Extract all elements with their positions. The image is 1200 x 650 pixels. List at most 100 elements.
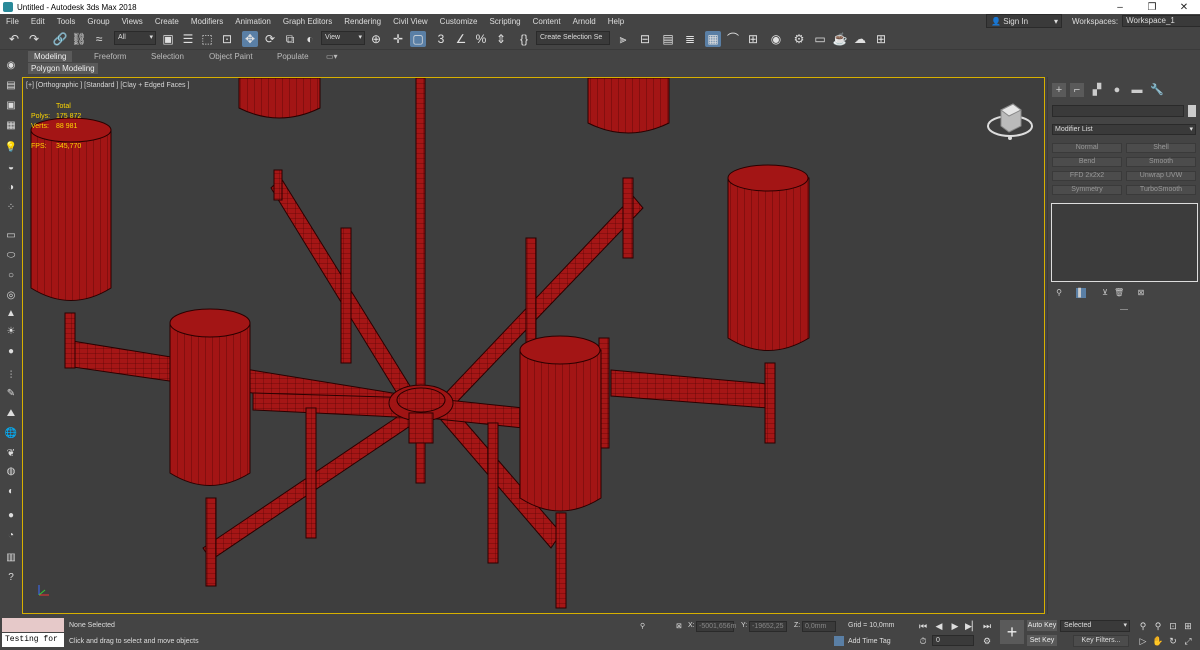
window-crossing-icon[interactable]: ⊡ [219,31,235,47]
isolate-selection-icon[interactable]: ⚲ [640,622,645,630]
modifier-shell-button[interactable]: Shell [1126,143,1196,153]
zoom-extents-all-icon[interactable]: ⊞ [1182,620,1194,632]
current-frame-field[interactable]: 0 [932,635,974,646]
workspace-dropdown[interactable]: Workspace_1 [1122,15,1200,27]
modifier-list-dropdown[interactable]: Modifier List ▾ [1052,124,1196,135]
orbit-icon[interactable]: ↻ [1167,635,1179,647]
sphere-primitive-icon[interactable]: ○ [4,270,18,282]
zoom-all-icon[interactable]: ⚲ [1152,620,1164,632]
go-to-end-icon[interactable]: ⏭ [981,620,993,632]
menu-customize[interactable]: Customize [434,17,484,26]
select-object-icon[interactable]: ▣ [160,31,176,47]
next-frame-icon[interactable]: ▶▏ [965,620,979,632]
close-button[interactable]: ✕ [1168,2,1200,13]
ribbon-options-icon[interactable]: ▭▾ [326,51,338,62]
edit-named-selection-icon[interactable]: {} [516,31,532,47]
menu-scripting[interactable]: Scripting [483,17,526,26]
mirror-icon[interactable]: ⫸ [615,31,631,47]
layout-tab-3-icon[interactable]: ▦ [4,120,18,132]
ball-icon[interactable]: ● [4,510,18,522]
add-time-tag[interactable]: Add Time Tag [834,636,891,646]
auto-key-button[interactable]: Auto Key [1027,620,1057,631]
zoom-extents-icon[interactable]: ⊡ [1167,620,1179,632]
modify-tab-icon[interactable]: ⌐ [1070,83,1084,97]
go-to-start-icon[interactable]: ⏮ [917,620,929,632]
remove-modifier-icon[interactable]: 🗑 [1114,288,1124,298]
configure-modifier-sets-icon[interactable]: ⊠ [1136,288,1146,298]
y-coordinate-field[interactable]: -19652,25 [749,621,787,632]
create-tab-icon[interactable]: + [1052,83,1066,97]
bar-chart-icon[interactable]: ▥ [4,552,18,564]
menu-create[interactable]: Create [149,17,185,26]
tab-modeling[interactable]: Modeling [28,51,73,62]
paint-icon[interactable]: ✎ [4,388,18,400]
utilities-tab-icon[interactable]: 🔧 [1150,83,1164,97]
snap-icon[interactable]: ◔ [4,530,18,542]
key-filters-button[interactable]: Key Filters... [1073,635,1129,647]
curve-editor-icon[interactable]: ⌒ [725,31,741,47]
viewport-perspective[interactable]: [+] [Orthographic ] [Standard ] [Clay + … [22,77,1045,614]
viewport-layout-icon[interactable]: ◉ [4,60,18,72]
object-name-field[interactable] [1052,105,1184,117]
modifier-unwrap-uvw-button[interactable]: Unwrap UVW [1126,171,1196,181]
cylinder-primitive-icon[interactable]: ⬭ [4,250,18,262]
unlink-icon[interactable]: ⛓ [71,31,87,47]
toggle-scene-explorer-icon[interactable]: ▤ [660,31,676,47]
rectangular-selection-icon[interactable]: ⬚ [199,31,215,47]
field-of-view-icon[interactable]: ▷ [1137,635,1149,647]
modifier-ffd-button[interactable]: FFD 2x2x2 [1052,171,1122,181]
light-icon[interactable]: 💡 [4,142,18,154]
motion-tab-icon[interactable]: ● [1110,83,1124,97]
maxscript-listener-output[interactable]: Testing for : [2,633,64,650]
scene-icon[interactable]: ⛰ [4,408,18,420]
set-keys-icon[interactable]: + [1000,620,1024,644]
select-by-name-icon[interactable]: ☰ [180,31,196,47]
bucket-icon[interactable]: ◒ [4,162,18,174]
keyboard-shortcut-override-icon[interactable]: ▢ [410,31,426,47]
tab-populate[interactable]: Populate [277,51,309,62]
layout-tab-2-icon[interactable]: ▣ [4,100,18,112]
undo-icon[interactable]: ↶ [6,31,22,47]
time-config-icon[interactable]: ⏱ [917,635,929,647]
panel-splitter[interactable] [1120,309,1128,310]
pin-stack-icon[interactable]: ⚲ [1054,288,1064,298]
menu-file[interactable]: File [0,17,25,26]
zoom-icon[interactable]: ⚲ [1137,620,1149,632]
selection-filter-dropdown[interactable]: All ▾ [114,31,156,45]
render-setup-icon[interactable]: ⚙ [791,31,807,47]
previous-frame-icon[interactable]: ◀ [933,620,945,632]
modifier-stack[interactable] [1051,203,1198,282]
maximize-viewport-icon[interactable]: ⤢ [1182,635,1194,647]
link-icon[interactable]: 🔗 [52,31,68,47]
shape-icon[interactable]: ◐ [4,486,18,498]
minimize-button[interactable]: – [1104,2,1136,13]
particles-icon[interactable]: ⁘ [4,202,18,214]
redo-icon[interactable]: ↷ [26,31,42,47]
menu-animation[interactable]: Animation [229,17,277,26]
snaps-toggle-icon[interactable]: 3 [433,31,449,47]
a360-gallery-icon[interactable]: ⊞ [873,31,889,47]
spinner-snap-icon[interactable]: ⇕ [493,31,509,47]
pivot-center-icon[interactable]: ⊕ [368,31,384,47]
menu-edit[interactable]: Edit [25,17,51,26]
rendered-frame-window-icon[interactable]: ▭ [812,31,828,47]
material-editor-icon[interactable]: ◉ [768,31,784,47]
maximize-button[interactable]: ❐ [1136,2,1168,13]
toggle-ribbon-icon[interactable]: ▦ [705,31,721,47]
rock-icon[interactable]: ◍ [4,466,18,478]
sound-icon[interactable]: ◑ [4,182,18,194]
menu-views[interactable]: Views [116,17,149,26]
hierarchy-tab-icon[interactable]: ▞ [1090,83,1104,97]
display-tab-icon[interactable]: ▬ [1130,83,1144,97]
layout-tab-1-icon[interactable]: ▤ [4,80,18,92]
reference-coordinate-dropdown[interactable]: View ▾ [321,31,365,45]
menu-content[interactable]: Content [527,17,567,26]
align-icon[interactable]: ⊟ [637,31,653,47]
select-and-scale-icon[interactable]: ⧉ [282,31,298,47]
viewcube-icon[interactable] [985,100,1035,142]
maxscript-mini-listener[interactable] [2,618,64,632]
play-icon[interactable]: ▶ [949,620,961,632]
menu-help[interactable]: Help [602,17,630,26]
tab-freeform[interactable]: Freeform [94,51,126,62]
render-production-icon[interactable]: ☕ [832,31,848,47]
